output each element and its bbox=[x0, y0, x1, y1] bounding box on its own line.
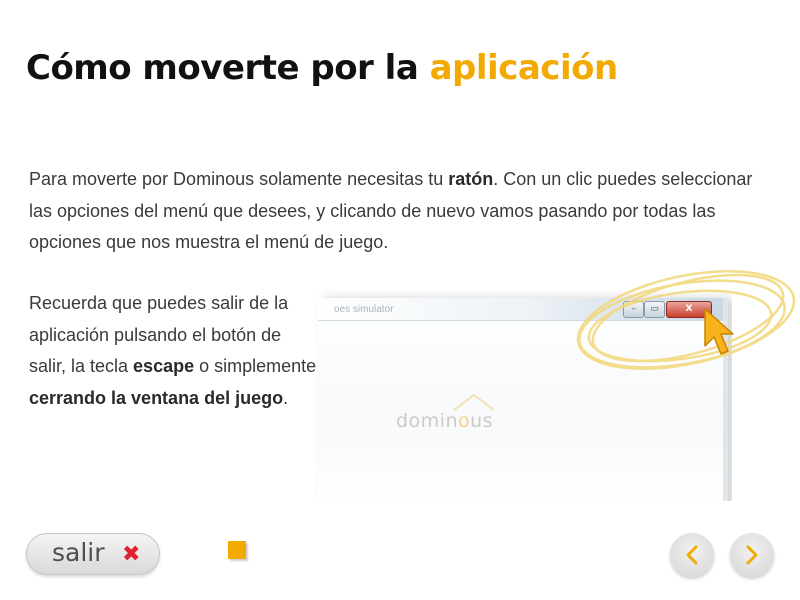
exit-info-text-2: o simplemente bbox=[194, 356, 317, 376]
previous-button[interactable] bbox=[670, 533, 714, 577]
exit-info-bold-escape: escape bbox=[133, 356, 195, 376]
dominous-logo-mark-icon bbox=[453, 393, 495, 411]
highlight-scribble-icon bbox=[576, 270, 796, 370]
intro-text-1: Para moverte por Dominous solamente nece… bbox=[29, 169, 449, 189]
title-main: Cómo moverte por la bbox=[26, 48, 419, 88]
exit-info-paragraph: Recuerda que puedes salir de la aplicaci… bbox=[29, 288, 319, 414]
chevron-left-icon bbox=[686, 545, 698, 565]
illustrated-window-title: oes simulator bbox=[334, 304, 394, 315]
mouse-pointer-icon bbox=[704, 308, 734, 355]
exit-info-text-3: . bbox=[283, 387, 289, 408]
page-title: Cómo moverte por la aplicación bbox=[26, 48, 618, 88]
exit-button-label: salir bbox=[52, 538, 105, 567]
close-x-icon: ✖ bbox=[122, 542, 141, 567]
dominous-logo: dominous bbox=[396, 410, 494, 432]
title-accent: aplicación bbox=[429, 48, 619, 88]
page-indicator[interactable] bbox=[228, 541, 246, 559]
fade-overlay bbox=[318, 448, 723, 501]
next-button[interactable] bbox=[730, 533, 774, 577]
intro-paragraph: Para moverte por Dominous solamente nece… bbox=[29, 164, 779, 259]
chevron-right-icon bbox=[746, 545, 758, 565]
exit-info-bold-close-window: cerrando la ventana del juego bbox=[29, 387, 284, 408]
intro-bold-raton: ratón bbox=[448, 169, 494, 189]
exit-button[interactable]: salir ✖ bbox=[26, 533, 160, 575]
